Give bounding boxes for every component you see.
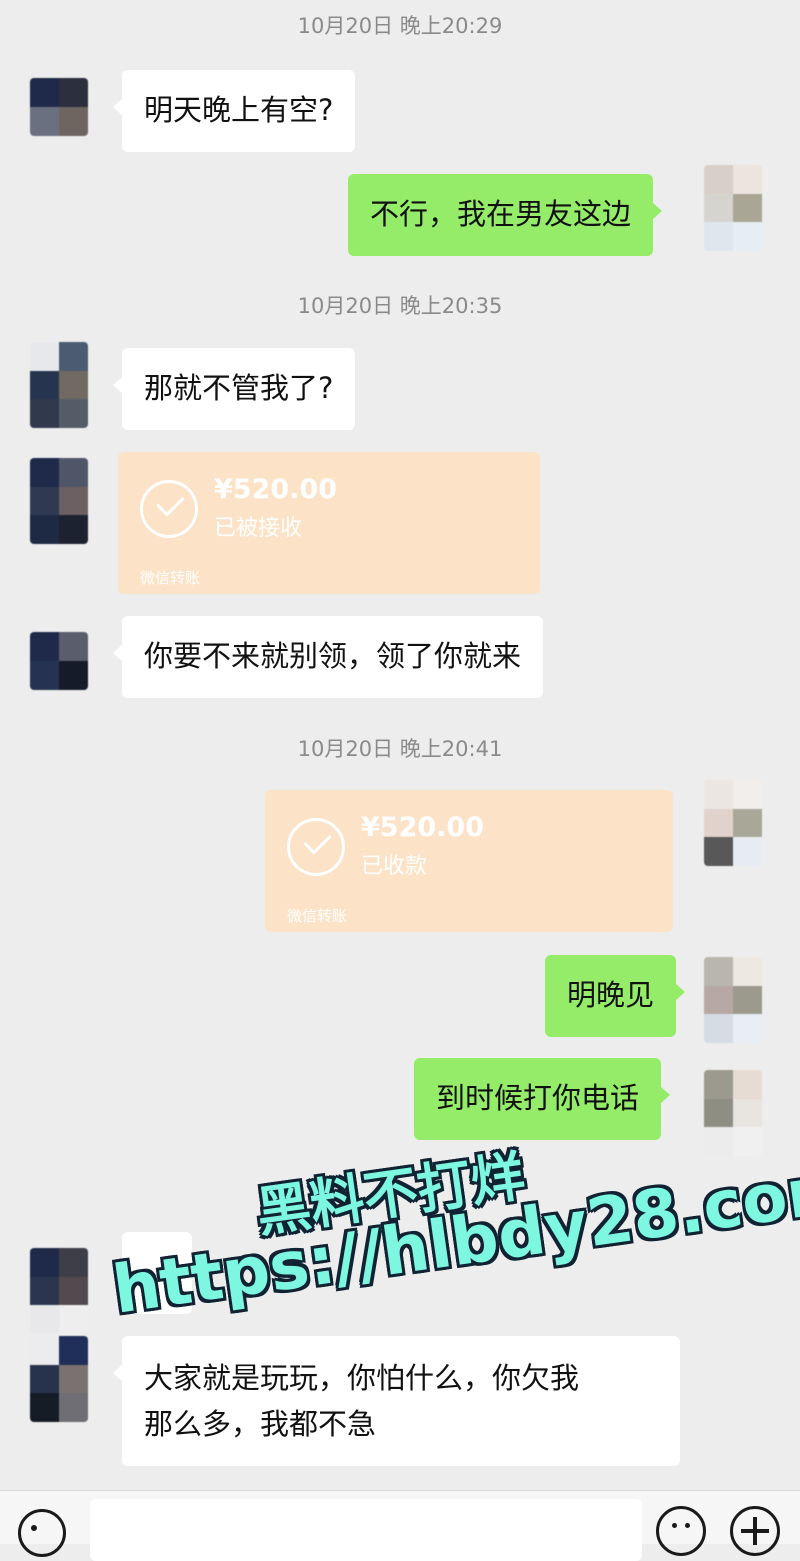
voice-icon[interactable] (18, 1509, 66, 1557)
message-text: 你要不来就别领，领了你就来 (144, 639, 522, 673)
avatar[interactable] (30, 342, 88, 428)
avatar[interactable] (30, 632, 88, 690)
chat-message-list[interactable]: 10月20日 晚上20:29 明天晚上有空? 不行，我在男友这边 10月20日 … (0, 0, 800, 1490)
message-text: 那就不管我了? (144, 371, 334, 405)
transfer-footer: 微信转账 (287, 907, 348, 925)
timestamp: 10月20日 晚上20:41 (297, 737, 503, 761)
message-input[interactable] (90, 1499, 642, 1561)
message-bubble-self[interactable]: 到时候打你电话 (414, 1058, 671, 1140)
avatar-self[interactable] (704, 1070, 762, 1156)
emoji-icon[interactable] (656, 1506, 706, 1556)
avatar-self[interactable] (704, 780, 762, 866)
message-bubble[interactable]: 你要不来就别领，领了你就来 (112, 616, 544, 698)
avatar[interactable] (30, 78, 88, 136)
message-text: 到时候打你电话 (436, 1081, 640, 1115)
transfer-card-self[interactable]: ¥520.00 已收款 微信转账 (265, 790, 673, 932)
message-text-line: 大家就是玩玩，你怕什么，你欠我 (144, 1361, 580, 1395)
timestamp: 10月20日 晚上20:29 (297, 14, 503, 38)
transfer-card[interactable]: ¥520.00 已被接收 微信转账 (118, 452, 540, 594)
transfer-amount: ¥520.00 (214, 474, 337, 505)
transfer-footer: 微信转账 (140, 569, 201, 587)
transfer-check-icon (287, 818, 345, 876)
avatar[interactable] (30, 458, 88, 544)
message-text: 明晚见 (567, 978, 655, 1012)
message-bubble[interactable]: 大家就是玩玩，你怕什么，你欠我 那么多，我都不急 (113, 1336, 680, 1466)
timestamp: 10月20日 晚上20:35 (297, 294, 503, 318)
transfer-status: 已被接收 (214, 516, 303, 541)
message-bubble[interactable]: 明天晚上有空? (112, 70, 356, 152)
message-bubble[interactable]: 那就不管我了? (112, 348, 356, 430)
transfer-check-icon (140, 480, 198, 538)
message-text: 不行，我在男友这边 (370, 197, 632, 231)
avatar-self[interactable] (704, 165, 762, 251)
message-text-line: 那么多，我都不急 (144, 1407, 377, 1441)
avatar-self[interactable] (704, 957, 762, 1043)
avatar[interactable] (30, 1248, 88, 1334)
message-text: 明天晚上有空? (144, 93, 334, 127)
transfer-amount: ¥520.00 (361, 812, 484, 843)
avatar[interactable] (30, 1336, 88, 1422)
transfer-status: 已收款 (361, 854, 428, 879)
input-bar (0, 1490, 800, 1561)
message-bubble-self[interactable]: 明晚见 (545, 955, 686, 1037)
plus-icon[interactable] (730, 1506, 780, 1556)
message-bubble-self[interactable]: 不行，我在男友这边 (348, 174, 663, 256)
